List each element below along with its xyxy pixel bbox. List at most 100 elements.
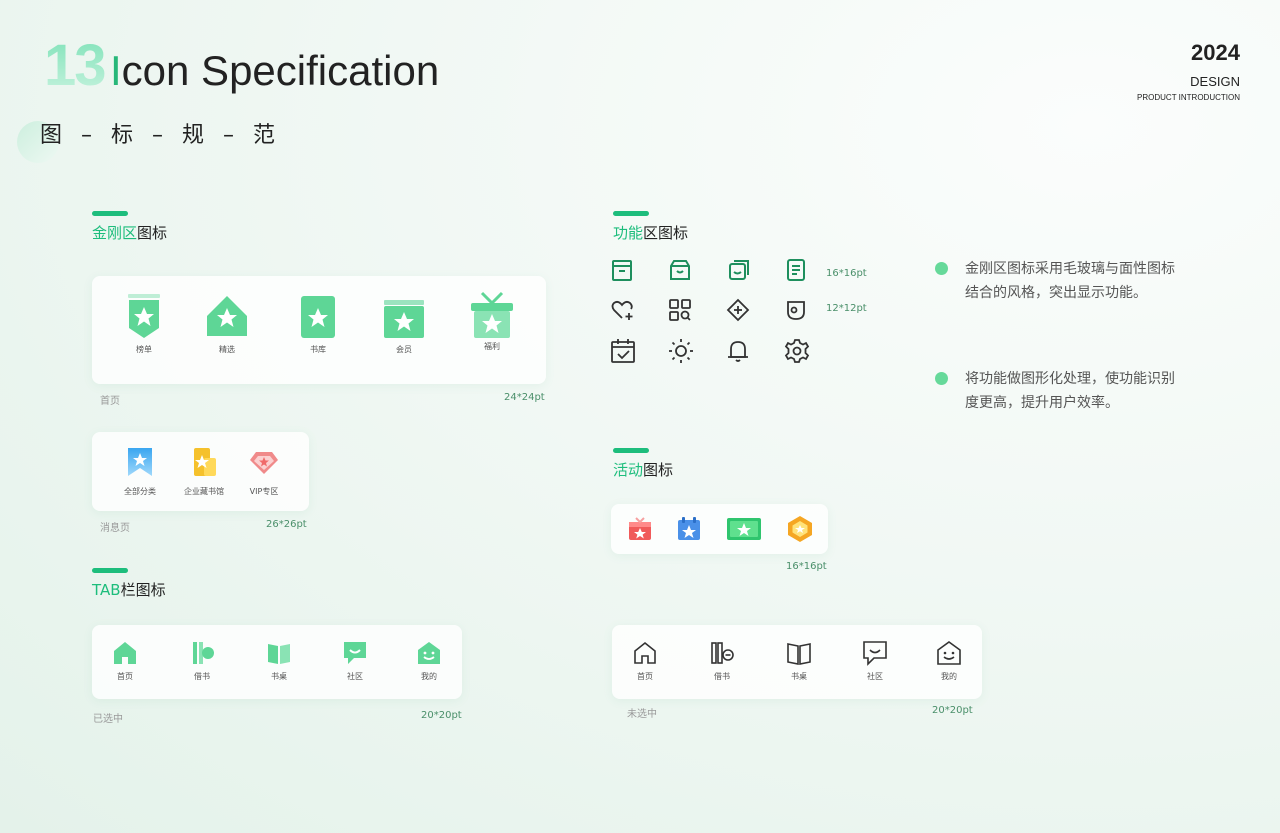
tab-label: 书桌 [791, 672, 807, 681]
chat-bubble-icon [344, 642, 366, 664]
tab-label: 社区 [867, 672, 883, 681]
grid-search-icon[interactable] [668, 298, 692, 322]
face-badge-icon[interactable] [784, 298, 808, 322]
tab-mine-unselected[interactable]: 我的 [930, 640, 968, 682]
jingang-item-library[interactable]: 书库 [298, 294, 338, 355]
tab-borrow-selected[interactable]: 借书 [183, 640, 221, 682]
section-title-tab: TAB栏图标 [92, 581, 166, 599]
tab-community-selected[interactable]: 社区 [336, 640, 374, 682]
page-title: Icon Specification [110, 47, 440, 94]
tab-unselected-card: 首页 借书 书桌 社区 我的 [612, 625, 982, 699]
profile-house-icon [418, 642, 440, 664]
tab-community-unselected[interactable]: 社区 [856, 640, 894, 682]
rank-ribbon-icon [128, 294, 160, 338]
message-item-label: 企业藏书馆 [184, 487, 224, 496]
caption-message: 消息页 [100, 523, 130, 534]
jingang-item-featured[interactable]: 精选 [207, 294, 247, 355]
message-card: 全部分类 企业藏书馆 VIP专区 [92, 432, 309, 511]
caption-unselected: 未选中 [627, 709, 657, 720]
tab-label: 首页 [637, 672, 653, 681]
note-text: 金刚区图标采用毛玻璃与面性图标结合的风格，突出显示功能。 [965, 261, 1175, 301]
featured-tag-icon [207, 296, 247, 336]
note-bullet [935, 372, 948, 385]
size-label: 24*24pt [504, 392, 545, 403]
section-bar [92, 211, 128, 216]
year-label: 2024 [1191, 40, 1240, 65]
profile-house-outline-icon [937, 641, 961, 665]
page-subtitle: 图 – 标 – 规 – 范 [40, 123, 281, 148]
gear-icon[interactable] [784, 338, 810, 364]
jingang-card: 榜单 精选 书库 会员 福利 [92, 276, 546, 384]
tab-label: 借书 [714, 672, 730, 681]
section-title-activity: 活动图标 [613, 461, 674, 479]
tab-home-unselected[interactable]: 首页 [626, 640, 664, 682]
message-item-category[interactable]: 全部分类 [116, 446, 164, 497]
diamond-plus-icon[interactable] [726, 298, 750, 322]
tab-desk-selected[interactable]: 书桌 [260, 640, 298, 682]
function-icon-grid [610, 258, 830, 368]
jingang-item-member[interactable]: 会员 [384, 294, 424, 355]
jingang-item-welfare[interactable]: 福利 [471, 291, 513, 352]
message-item-enterprise[interactable]: 企业藏书馆 [180, 446, 228, 497]
tab-label: 我的 [941, 672, 957, 681]
tab-desk-unselected[interactable]: 书桌 [780, 640, 818, 682]
tab-label: 我的 [421, 672, 437, 681]
section-title-function: 功能区图标 [613, 224, 689, 242]
tab-selected-card: 首页 借书 书桌 社区 我的 [92, 625, 462, 699]
jingang-item-label: 书库 [310, 345, 326, 354]
size-label: 20*20pt [421, 710, 462, 721]
tab-borrow-unselected[interactable]: 借书 [703, 640, 741, 682]
green-ticket-icon[interactable] [726, 516, 762, 542]
note-bullet [935, 262, 948, 275]
product-label: PRODUCT INTRODUCTION [1137, 93, 1240, 102]
tab-label: 社区 [347, 672, 363, 681]
calendar-check-icon[interactable] [610, 338, 636, 364]
borrow-book-icon [193, 642, 214, 664]
gift-box-icon [471, 291, 513, 338]
category-bookmark-icon [128, 448, 152, 476]
message-item-vip[interactable]: VIP专区 [240, 446, 288, 497]
jingang-item-label: 福利 [484, 342, 500, 351]
caption-home: 首页 [100, 396, 120, 407]
home-outline-icon [634, 641, 656, 664]
size-label: 16*16pt [786, 561, 827, 572]
tab-label: 借书 [194, 672, 210, 681]
sun-icon[interactable] [668, 338, 694, 364]
heart-plus-icon[interactable] [610, 298, 636, 322]
orange-hexagon-icon[interactable] [786, 515, 814, 543]
document-icon[interactable] [784, 258, 808, 282]
red-gift-icon[interactable] [627, 516, 653, 542]
jingang-item-rank[interactable]: 榜单 [124, 294, 164, 355]
store-icon[interactable] [668, 258, 692, 282]
member-box-icon [384, 300, 424, 338]
caption-selected: 已选中 [93, 714, 123, 725]
size-label-16: 16*16pt [826, 268, 867, 279]
section-bar [613, 448, 649, 453]
tab-mine-selected[interactable]: 我的 [410, 640, 448, 682]
section-bar [92, 568, 128, 573]
enterprise-book-icon [194, 448, 216, 476]
message-item-label: VIP专区 [249, 487, 279, 496]
jingang-item-label: 会员 [396, 345, 412, 354]
tab-home-selected[interactable]: 首页 [106, 640, 144, 682]
section-bar [613, 211, 649, 216]
chat-bubble-outline-icon [863, 641, 887, 666]
section-title-jingang: 金刚区图标 [92, 224, 168, 242]
size-label-12: 12*12pt [826, 303, 867, 314]
library-book-icon [301, 296, 335, 338]
design-label: DESIGN [1190, 74, 1240, 89]
note-text: 将功能做图形化处理，使功能识别度更高，提升用户效率。 [965, 371, 1175, 411]
open-book-icon [268, 644, 290, 664]
blue-calendar-star-icon[interactable] [676, 516, 702, 542]
borrow-book-outline-icon [711, 642, 734, 664]
copy-face-icon[interactable] [726, 258, 752, 282]
activity-card [611, 504, 828, 554]
message-item-label: 全部分类 [124, 487, 156, 496]
book-icon[interactable] [610, 258, 634, 282]
size-label: 26*26pt [266, 519, 307, 530]
vip-diamond-icon [250, 452, 278, 474]
bell-icon[interactable] [726, 338, 750, 364]
section-number: 13 [44, 33, 106, 98]
tab-label: 首页 [117, 672, 133, 681]
tab-label: 书桌 [271, 672, 287, 681]
